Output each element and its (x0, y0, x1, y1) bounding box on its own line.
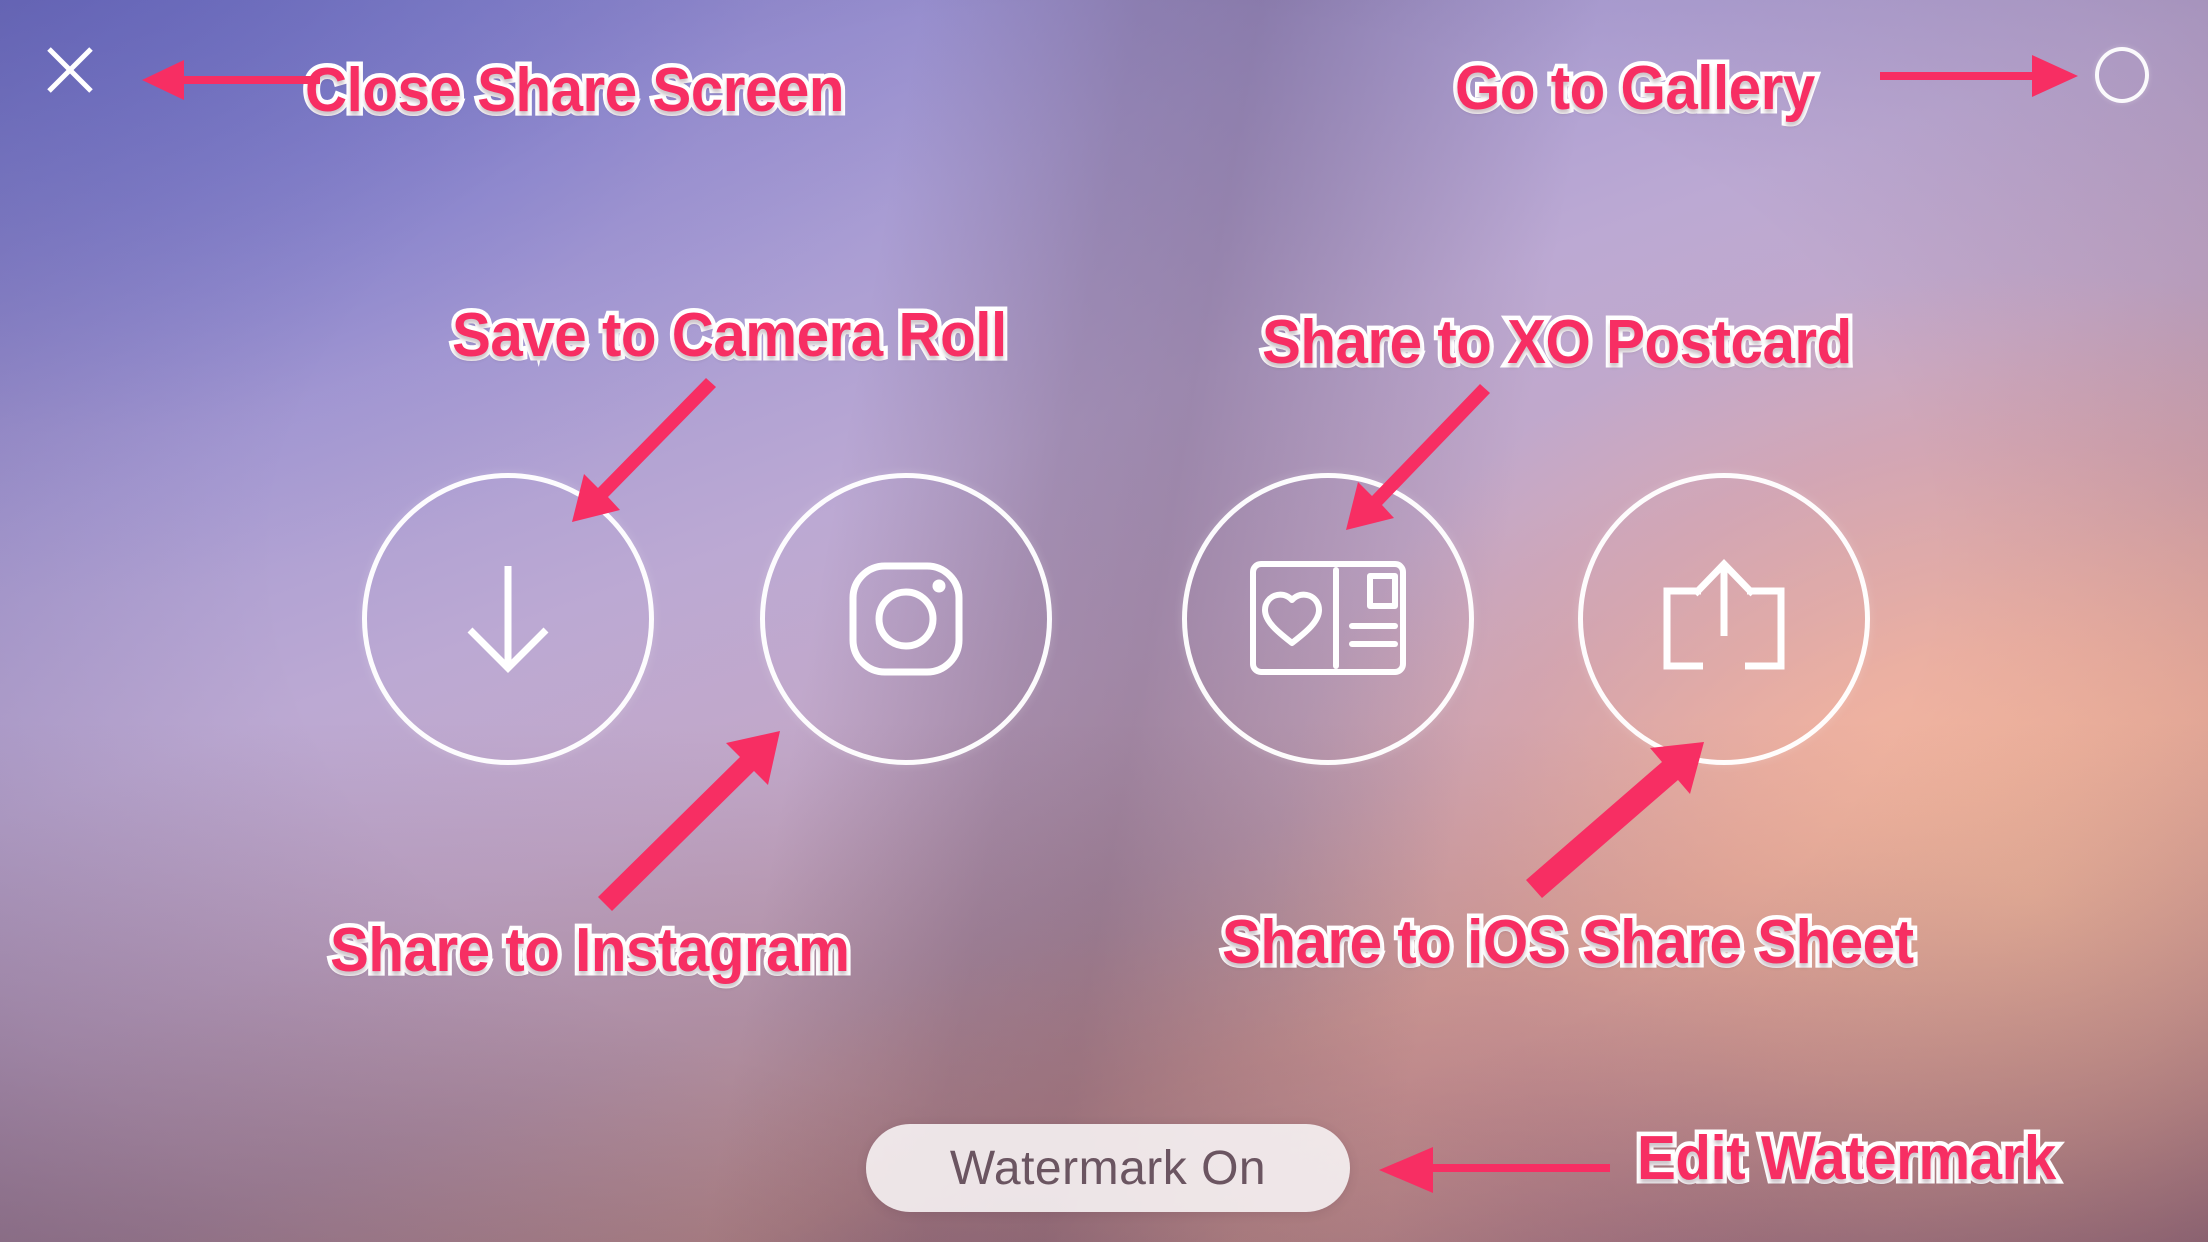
save-button[interactable] (362, 473, 654, 765)
annotation-share-to-xo-postcard: Share to XO Postcard (1258, 307, 1857, 378)
gallery-button[interactable] (2095, 47, 2149, 103)
postcard-heart-icon (1250, 561, 1406, 675)
annotation-go-to-gallery: Go to Gallery (1451, 53, 1820, 124)
annotation-arrow-gallery (1880, 46, 2080, 106)
download-arrow-icon (467, 566, 549, 673)
action-button-row (0, 473, 2208, 773)
watermark-pill[interactable]: Watermark On (866, 1124, 1350, 1212)
instagram-icon (849, 562, 963, 676)
annotation-share-to-ios-share-sheet: Share to iOS Share Sheet (1218, 907, 1918, 978)
annotation-save-to-camera-roll: Save to Camera Roll (448, 300, 1012, 371)
close-button[interactable] (45, 45, 95, 95)
watermark-status-label: Watermark On (949, 1141, 1267, 1195)
instagram-lens-dot (932, 579, 946, 593)
postcard-button[interactable] (1182, 473, 1474, 765)
annotation-arrow-close (140, 48, 320, 108)
instagram-button[interactable] (760, 473, 1052, 765)
annotation-edit-watermark: Edit Watermark (1633, 1123, 2061, 1194)
annotation-arrow-watermark (1375, 1140, 1610, 1200)
share-screen: Watermark On Close Share Screen Go to Ga… (0, 0, 2208, 1242)
annotation-share-to-instagram: Share to Instagram (326, 915, 854, 986)
ios-share-icon (1663, 558, 1785, 670)
share-button[interactable] (1578, 473, 1870, 765)
close-x-icon (47, 47, 93, 93)
annotation-close-share-screen: Close Share Screen (301, 55, 849, 126)
